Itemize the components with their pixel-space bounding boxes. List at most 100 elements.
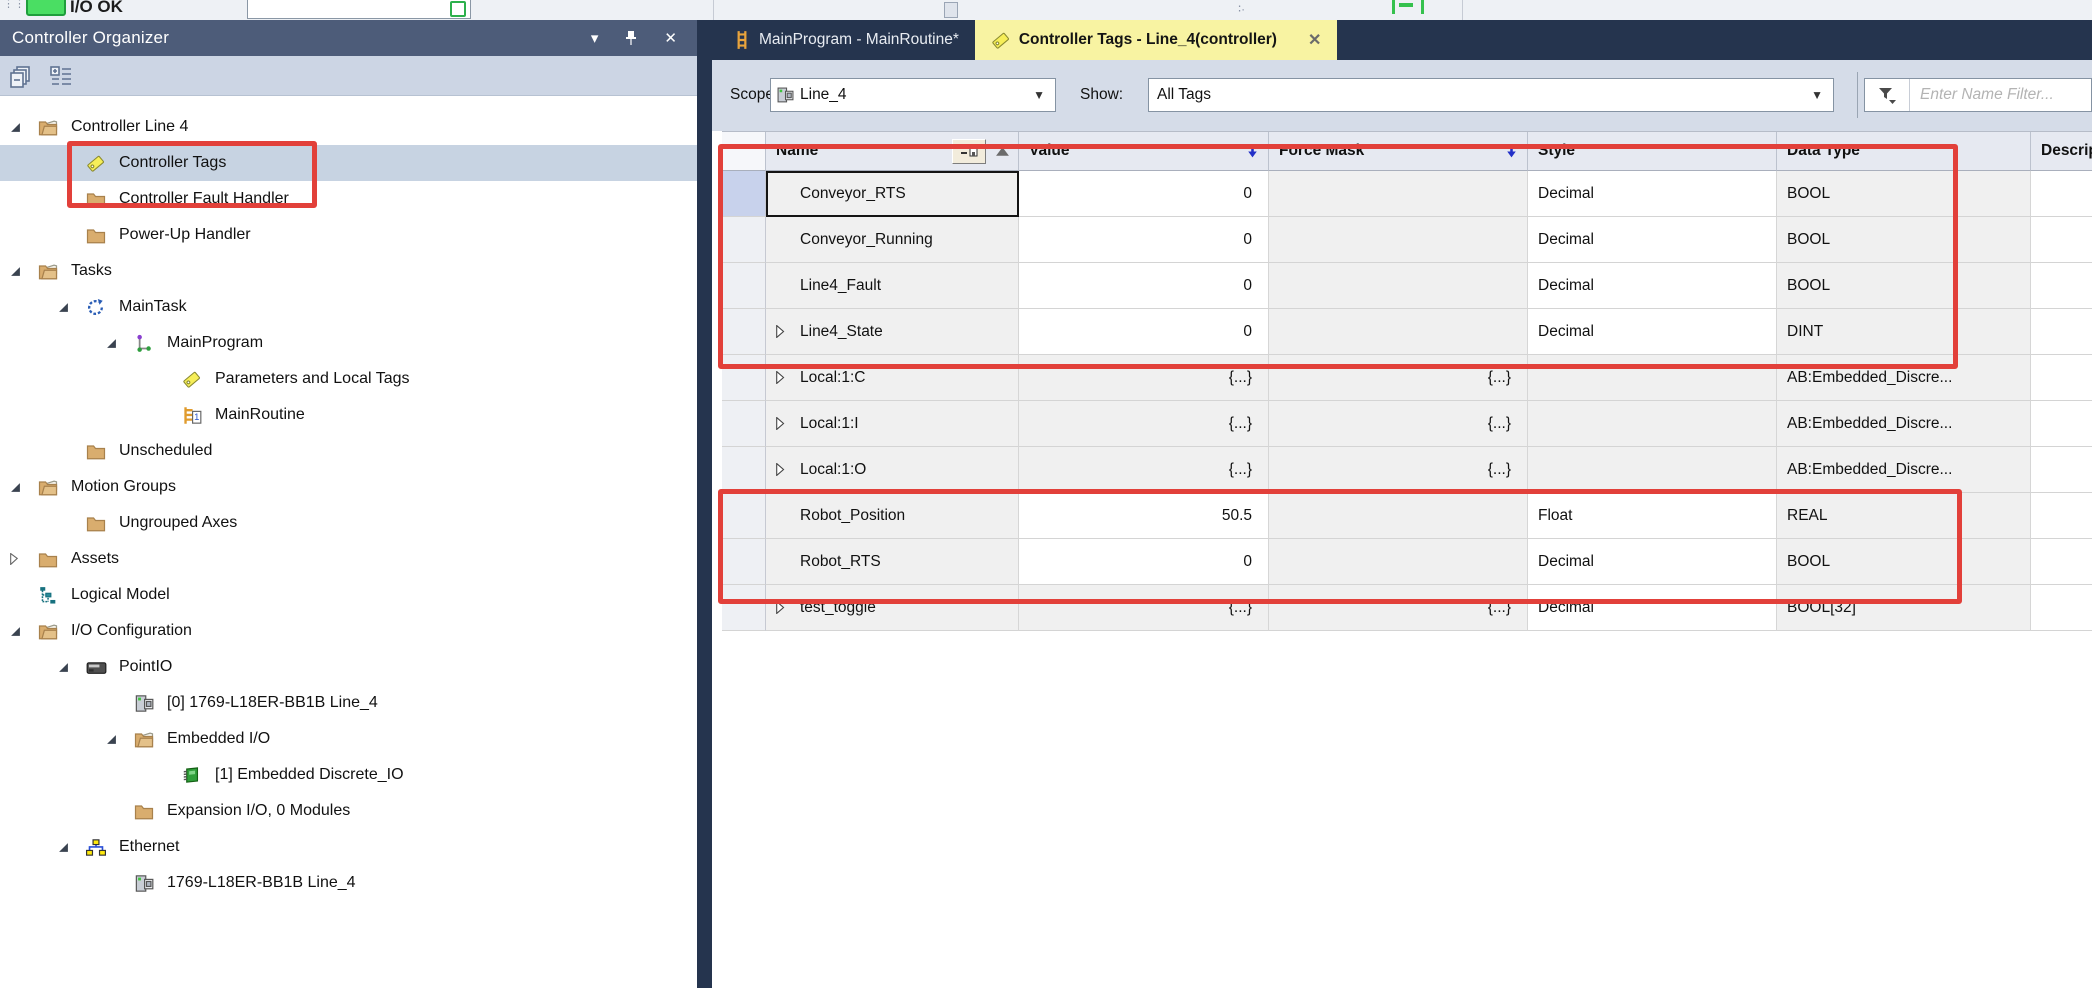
- tag-description-cell[interactable]: [2031, 355, 2092, 401]
- row-selector[interactable]: [722, 217, 766, 263]
- tag-style-cell[interactable]: Float: [1528, 493, 1777, 539]
- tag-force-mask-cell[interactable]: [1269, 539, 1528, 585]
- chevron-down-icon[interactable]: ▼: [1811, 88, 1823, 102]
- tab-mainprogram-mainroutine[interactable]: MainProgram - MainRoutine*: [718, 20, 975, 60]
- close-icon[interactable]: ✕: [664, 29, 677, 47]
- toolbar-grip-icon[interactable]: ⋮⋮: [3, 2, 9, 18]
- expanded-arrow-icon[interactable]: [10, 482, 38, 493]
- row-selector[interactable]: [722, 401, 766, 447]
- toolbar-combo-field[interactable]: [247, 0, 471, 19]
- tree-item-maintask[interactable]: MainTask: [0, 289, 697, 325]
- tree-item-1769-l18er-bb1b-line-4[interactable]: 1769-L18ER-BB1B Line_4: [0, 865, 697, 901]
- tag-description-cell[interactable]: [2031, 539, 2092, 585]
- column-header-style[interactable]: Style: [1528, 132, 1777, 171]
- expanded-arrow-icon[interactable]: [58, 302, 86, 313]
- tag-data-type-cell[interactable]: AB:Embedded_Discre...: [1777, 447, 2031, 493]
- tree-item-mainprogram[interactable]: MainProgram: [0, 325, 697, 361]
- tag-data-type-cell[interactable]: AB:Embedded_Discre...: [1777, 401, 2031, 447]
- tag-value-cell[interactable]: 0: [1019, 263, 1269, 309]
- row-selector[interactable]: [722, 585, 766, 631]
- tag-force-mask-cell[interactable]: [1269, 493, 1528, 539]
- tag-value-cell[interactable]: {...}: [1019, 401, 1269, 447]
- row-selector[interactable]: [722, 355, 766, 401]
- tree-item-controller-line-4[interactable]: Controller Line 4: [0, 109, 697, 145]
- tag-name-cell[interactable]: Robot_RTS: [766, 539, 1019, 585]
- tag-data-type-cell[interactable]: DINT: [1777, 309, 2031, 355]
- tag-name-cell[interactable]: Robot_Position: [766, 493, 1019, 539]
- row-selector[interactable]: [722, 539, 766, 585]
- tag-force-mask-cell[interactable]: [1269, 217, 1528, 263]
- tree-item-ungrouped-axes[interactable]: Ungrouped Axes: [0, 505, 697, 541]
- tag-value-cell[interactable]: {...}: [1019, 447, 1269, 493]
- tag-style-cell[interactable]: Decimal: [1528, 217, 1777, 263]
- tag-style-cell[interactable]: Decimal: [1528, 585, 1777, 631]
- tag-value-cell[interactable]: 0: [1019, 171, 1269, 217]
- column-header-value[interactable]: Value: [1019, 132, 1269, 171]
- tag-data-type-cell[interactable]: BOOL: [1777, 171, 2031, 217]
- tag-name-cell[interactable]: test_toggle: [766, 585, 1019, 631]
- tag-style-cell[interactable]: Decimal: [1528, 309, 1777, 355]
- tag-description-cell[interactable]: [2031, 217, 2092, 263]
- tag-data-type-cell[interactable]: AB:Embedded_Discre...: [1777, 355, 2031, 401]
- chevron-down-icon[interactable]: ▼: [1033, 88, 1045, 102]
- tag-force-mask-cell[interactable]: [1269, 171, 1528, 217]
- tag-value-cell[interactable]: {...}: [1019, 355, 1269, 401]
- tree-item-unscheduled[interactable]: Unscheduled: [0, 433, 697, 469]
- name-filter-input[interactable]: Enter Name Filter...: [1864, 78, 2092, 112]
- tag-data-type-cell[interactable]: REAL: [1777, 493, 2031, 539]
- expanded-arrow-icon[interactable]: [106, 338, 134, 349]
- tag-style-cell[interactable]: Decimal: [1528, 263, 1777, 309]
- tag-name-cell[interactable]: Conveyor_RTS: [766, 171, 1019, 217]
- forces-icon[interactable]: [1392, 0, 1424, 14]
- tree-item-expansion-i-o-0-modules[interactable]: Expansion I/O, 0 Modules: [0, 793, 697, 829]
- tree-item-parameters-and-local-tags[interactable]: Parameters and Local Tags: [0, 361, 697, 397]
- tag-name-cell[interactable]: Local:1:I: [766, 401, 1019, 447]
- tag-force-mask-cell[interactable]: [1269, 263, 1528, 309]
- tag-name-cell[interactable]: Local:1:C: [766, 355, 1019, 401]
- tab-controller-tags-line-4-controller[interactable]: Controller Tags - Line_4(controller)✕: [975, 20, 1337, 60]
- expanded-arrow-icon[interactable]: [58, 662, 86, 673]
- expanded-arrow-icon[interactable]: [10, 266, 38, 277]
- expanded-arrow-icon[interactable]: [58, 842, 86, 853]
- tag-description-cell[interactable]: [2031, 263, 2092, 309]
- expand-icon[interactable]: [776, 417, 785, 430]
- name-sort-button-icon[interactable]: [952, 139, 986, 164]
- tree-item-embedded-i-o[interactable]: Embedded I/O: [0, 721, 697, 757]
- collapsed-arrow-icon[interactable]: [10, 553, 38, 565]
- scope-combobox[interactable]: Line_4 ▼: [770, 78, 1056, 112]
- tree-item-logical-model[interactable]: Logical Model: [0, 577, 697, 613]
- column-pin-arrow-icon[interactable]: [1245, 143, 1260, 159]
- tag-description-cell[interactable]: [2031, 171, 2092, 217]
- tree-item-motion-groups[interactable]: Motion Groups: [0, 469, 697, 505]
- tag-description-cell[interactable]: [2031, 585, 2092, 631]
- tag-value-cell[interactable]: 0: [1019, 539, 1269, 585]
- tag-force-mask-cell[interactable]: {...}: [1269, 355, 1528, 401]
- tab-close-icon[interactable]: ✕: [1308, 30, 1321, 50]
- expand-icon[interactable]: [776, 371, 785, 384]
- column-pin-arrow-icon[interactable]: [1504, 143, 1519, 159]
- tag-value-cell[interactable]: 50.5: [1019, 493, 1269, 539]
- column-header-data-type[interactable]: Data Type: [1777, 132, 2031, 171]
- expand-icon[interactable]: [776, 463, 785, 476]
- tree-item-pointio[interactable]: PointIO: [0, 649, 697, 685]
- column-header-name[interactable]: Name: [766, 132, 1019, 171]
- tree-item-0-1769-l18er-bb1b-line-4[interactable]: [0] 1769-L18ER-BB1B Line_4: [0, 685, 697, 721]
- tag-value-cell[interactable]: 0: [1019, 217, 1269, 263]
- tag-data-type-cell[interactable]: BOOL: [1777, 217, 2031, 263]
- filter-funnel-icon[interactable]: [1865, 79, 1910, 111]
- properties-list-icon[interactable]: [48, 63, 74, 89]
- expanded-arrow-icon[interactable]: [10, 626, 38, 637]
- row-selector[interactable]: [722, 493, 766, 539]
- tree-item-ethernet[interactable]: Ethernet: [0, 829, 697, 865]
- panel-menu-dropdown-icon[interactable]: ▾: [591, 29, 599, 47]
- tree-item-tasks[interactable]: Tasks: [0, 253, 697, 289]
- tree-item-i-o-configuration[interactable]: I/O Configuration: [0, 613, 697, 649]
- tag-value-cell[interactable]: {...}: [1019, 585, 1269, 631]
- tag-data-type-cell[interactable]: BOOL[32]: [1777, 585, 2031, 631]
- tag-name-cell[interactable]: Line4_State: [766, 309, 1019, 355]
- row-selector[interactable]: [722, 309, 766, 355]
- tag-style-cell[interactable]: [1528, 355, 1777, 401]
- panel-divider[interactable]: [697, 20, 712, 988]
- tag-name-cell[interactable]: Line4_Fault: [766, 263, 1019, 309]
- tag-data-type-cell[interactable]: BOOL: [1777, 263, 2031, 309]
